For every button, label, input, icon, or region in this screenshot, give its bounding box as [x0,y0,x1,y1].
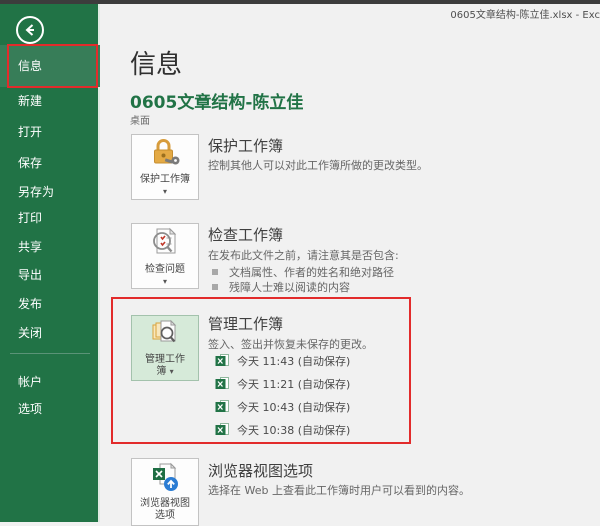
page-title: 信息 [130,44,182,81]
inspect-workbook-heading: 检查工作簿 [208,224,283,245]
padlock-key-icon [149,138,181,172]
browser-view-options-button-label: 浏览器视图选项 [138,498,192,523]
back-arrow-icon [22,22,38,38]
sidebar-item-close[interactable]: 关闭 [0,325,100,341]
browser-view-options-heading: 浏览器视图选项 [208,460,313,481]
sidebar-item-options[interactable]: 选项 [0,401,100,417]
manage-workbook-button[interactable]: 管理工作簿 ▾ [131,315,199,381]
inspect-document-icon [149,226,181,262]
manage-workbook-button-label: 管理工作簿 ▾ [143,354,187,379]
inspect-bullet-2: 残障人士难以阅读的内容 [212,279,350,295]
sidebar-item-publish[interactable]: 发布 [0,296,100,312]
protect-workbook-heading: 保护工作簿 [208,135,283,156]
backstage-info-pane: 信息 0605文章结构-陈立佳 桌面 保护工作簿 ▾ 保护工作簿 控制其他人可以… [102,4,600,522]
sidebar-divider [10,353,90,354]
excel-file-icon [215,377,230,391]
protect-workbook-button[interactable]: 保护工作簿 ▾ [131,134,199,200]
version-item-4[interactable]: 今天 10:38 (自动保存) [215,422,350,438]
bullet-square-icon [212,269,218,275]
dropdown-caret-icon: ▾ [163,278,167,286]
manage-workbook-heading: 管理工作簿 [208,313,283,334]
browser-view-icon [149,462,181,496]
backstage-sidebar: 信息 新建 打开 保存 另存为 打印 共享 导出 发布 关闭 帐户 选项 [0,0,100,522]
sidebar-item-save[interactable]: 保存 [0,155,100,171]
version-item-1[interactable]: 今天 11:43 (自动保存) [215,353,350,369]
dropdown-caret-icon: ▾ [163,188,167,196]
check-for-issues-button-label: 检查问题 [145,264,185,277]
protect-workbook-description: 控制其他人可以对此工作簿所做的更改类型。 [208,157,428,173]
sidebar-item-info[interactable]: 信息 [0,45,100,87]
excel-backstage-window: 0605文章结构-陈立佳.xlsx - Exc 信息 新建 打开 保存 另存为 … [0,0,600,522]
excel-file-icon [215,423,230,437]
version-item-2[interactable]: 今天 11:21 (自动保存) [215,376,350,392]
sidebar-item-account[interactable]: 帐户 [0,374,100,390]
document-title: 0605文章结构-陈立佳 [130,88,303,113]
check-for-issues-button[interactable]: 检查问题 ▾ [131,223,199,289]
sidebar-item-open[interactable]: 打开 [0,124,100,140]
sidebar-item-saveas[interactable]: 另存为 [0,184,100,200]
inspect-workbook-description: 在发布此文件之前，请注意其是否包含: [208,247,399,263]
browser-view-options-button[interactable]: 浏览器视图选项 [131,458,199,526]
dropdown-caret-icon: ▾ [170,367,174,376]
sidebar-item-share[interactable]: 共享 [0,239,100,255]
excel-file-icon [215,354,230,368]
version-item-3[interactable]: 今天 10:43 (自动保存) [215,399,350,415]
manage-workbook-description: 签入、签出并恢复未保存的更改。 [208,336,373,352]
protect-workbook-button-label: 保护工作簿 [140,174,190,187]
browser-view-options-description: 选择在 Web 上查看此工作簿时用户可以看到的内容。 [208,482,470,498]
manage-versions-icon [149,318,181,352]
back-button[interactable] [16,16,44,44]
bullet-square-icon [212,284,218,290]
window-top-border [0,0,600,4]
sidebar-item-new[interactable]: 新建 [0,93,100,109]
excel-file-icon [215,400,230,414]
sidebar-item-export[interactable]: 导出 [0,267,100,283]
inspect-bullet-1: 文档属性、作者的姓名和绝对路径 [212,264,394,280]
sidebar-item-print[interactable]: 打印 [0,210,100,226]
document-location: 桌面 [130,112,150,127]
window-title: 0605文章结构-陈立佳.xlsx - Exc [450,6,600,21]
